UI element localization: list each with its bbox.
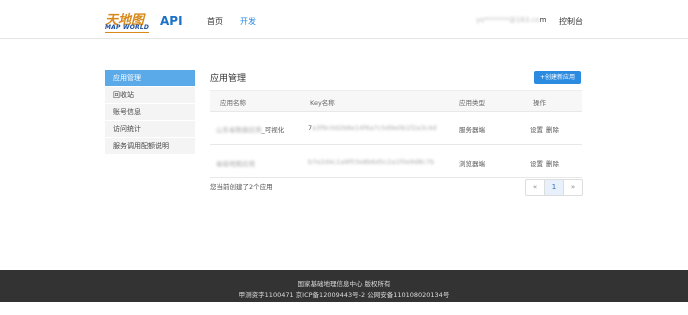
sidebar-item-access-stats[interactable]: 访问统计: [105, 121, 195, 138]
user-email-blurred: 163.co: [515, 16, 540, 24]
app-name-blurred: 山东省数据应用: [216, 126, 262, 134]
key-cell: 7a3f9c0d2b8e14f6a7c5d9e0b1f2a3c4d: [308, 124, 436, 132]
pagination-prev-button[interactable]: «: [526, 180, 545, 195]
user-account-link[interactable]: yo*******@163.com: [476, 16, 546, 24]
sidebar-item-app-management[interactable]: 应用管理: [105, 70, 195, 87]
settings-link[interactable]: 设置: [530, 124, 543, 134]
page-title: 应用管理: [210, 74, 247, 84]
pagination-current-page[interactable]: 1: [545, 180, 564, 195]
logo-underline: [105, 32, 149, 33]
column-header-key-name: Key名称: [310, 99, 335, 107]
footer-registration: 甲测资字1100471 京ICP备12009443号-2 公网安备1101080…: [238, 291, 450, 299]
delete-link[interactable]: 删除: [546, 124, 559, 134]
app-count-summary: 您当前创建了2个应用: [210, 183, 273, 191]
nav-home-link[interactable]: 首页: [207, 16, 223, 27]
create-app-button[interactable]: +创建新应用: [534, 71, 581, 84]
column-header-app-type: 应用类型: [459, 99, 485, 107]
logo-english-text: MAP WORLD: [105, 24, 150, 31]
page-footer: 国家基础地理信息中心 版权所有 甲测资字1100471 京ICP备1200944…: [0, 270, 688, 302]
key-blurred: a3f9c0d2b8e14f6a7c5d9e0b1f2a3c4d: [312, 124, 437, 132]
tianditu-logo[interactable]: 天地图 MAP WORLD: [105, 9, 153, 35]
top-header: 天地图 MAP WORLD API 首页 开发 yo*******@163.co…: [0, 0, 688, 39]
table-row: 省级地图应用 b7e2d4c1a9f03e8b6d5c2a1f0e9d8c7b …: [210, 145, 582, 178]
sidebar-item-quota-info[interactable]: 服务调用配额说明: [105, 138, 195, 155]
app-type-cell: 服务器端: [459, 126, 485, 134]
user-email-prefix: yo*******@: [476, 16, 516, 24]
delete-link[interactable]: 删除: [546, 158, 559, 168]
table-row: 山东省数据应用_可视化 7a3f9c0d2b8e14f6a7c5d9e0b1f2…: [210, 112, 582, 145]
sidebar: 应用管理 回收站 账号信息 访问统计 服务调用配额说明: [105, 70, 195, 155]
column-header-actions: 操作: [533, 99, 546, 107]
footer-copyright: 国家基础地理信息中心 版权所有: [297, 280, 391, 288]
settings-link[interactable]: 设置: [530, 158, 543, 168]
table-header: 应用名称 Key名称 应用类型 操作: [210, 90, 582, 112]
app-table: 应用名称 Key名称 应用类型 操作 山东省数据应用_可视化 7a3f9c0d2…: [210, 90, 582, 178]
key-blurred: b7e2d4c1a9f03e8b6d5c2a1f0e9d8c7b: [308, 158, 435, 166]
pagination-next-button[interactable]: »: [564, 180, 582, 195]
console-link[interactable]: 控制台: [559, 16, 583, 27]
sidebar-item-account-info[interactable]: 账号信息: [105, 104, 195, 121]
nav-dev-link[interactable]: 开发: [240, 16, 256, 27]
key-cell: b7e2d4c1a9f03e8b6d5c2a1f0e9d8c7b: [308, 158, 434, 166]
api-title: API: [160, 14, 183, 28]
app-name-cell: 山东省数据应用_可视化: [216, 124, 284, 134]
sidebar-item-recycle-bin[interactable]: 回收站: [105, 87, 195, 104]
app-name-blurred: 省级地图应用: [216, 160, 255, 168]
pagination: « 1 »: [525, 179, 583, 196]
app-type-cell: 浏览器端: [459, 160, 485, 168]
app-name-tail: _可视化: [261, 126, 285, 134]
user-email-suffix: m: [539, 16, 547, 24]
column-header-app-name: 应用名称: [220, 99, 246, 107]
app-name-cell: 省级地图应用: [216, 158, 255, 168]
